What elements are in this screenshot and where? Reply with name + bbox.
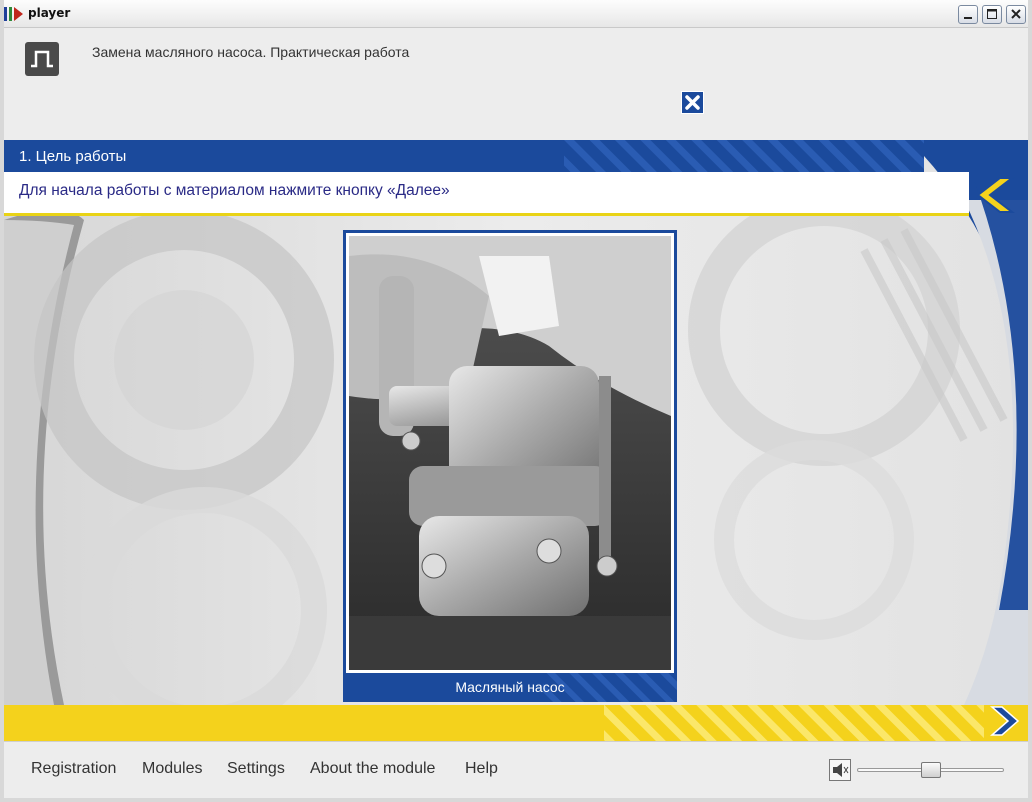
chevron-right-icon — [990, 706, 1020, 736]
oil-pump-photo — [349, 236, 671, 670]
photo-caption: Масляный насос — [455, 679, 565, 695]
section-title: 1. Цель работы — [19, 148, 127, 165]
instruction-bar: Для начала работы с материалом нажмите к… — [4, 172, 969, 216]
photo-caption-bar: Масляный насос — [343, 673, 677, 702]
maximize-button[interactable] — [982, 5, 1002, 24]
volume-slider-thumb[interactable] — [920, 762, 941, 778]
speaker-icon — [829, 759, 851, 781]
minimize-icon — [964, 17, 972, 19]
app-logo-icon — [4, 7, 23, 21]
course-logo-icon — [25, 42, 59, 76]
menu-about-module[interactable]: About the module — [310, 760, 435, 778]
popup-close-button[interactable] — [681, 91, 704, 114]
menu-registration[interactable]: Registration — [31, 760, 116, 778]
close-icon — [681, 91, 704, 114]
mute-button[interactable] — [829, 759, 851, 781]
menu-settings[interactable]: Settings — [227, 760, 285, 778]
chevron-left-icon — [976, 177, 1015, 213]
course-header: Замена масляного насоса. Практическая ра… — [4, 28, 1028, 140]
menu-modules[interactable]: Modules — [142, 760, 202, 778]
instruction-text: Для начала работы с материалом нажмите к… — [19, 182, 450, 199]
photo-popup: Масляный насос — [343, 230, 677, 702]
close-window-button[interactable] — [1006, 5, 1026, 24]
section-header-bar: 1. Цель работы — [4, 140, 1028, 172]
window-titlebar[interactable]: player — [0, 0, 1032, 28]
photo-frame — [346, 233, 674, 673]
window-title: player — [28, 6, 71, 20]
minimize-button[interactable] — [958, 5, 978, 24]
menu-help[interactable]: Help — [465, 760, 498, 778]
bottom-menu-bar: Registration Modules Settings About the … — [4, 741, 1028, 798]
back-button[interactable] — [972, 174, 1016, 216]
course-title: Замена масляного насоса. Практическая ра… — [92, 44, 410, 60]
next-button[interactable] — [982, 704, 1022, 738]
close-icon — [1011, 9, 1021, 19]
maximize-icon — [987, 9, 997, 19]
